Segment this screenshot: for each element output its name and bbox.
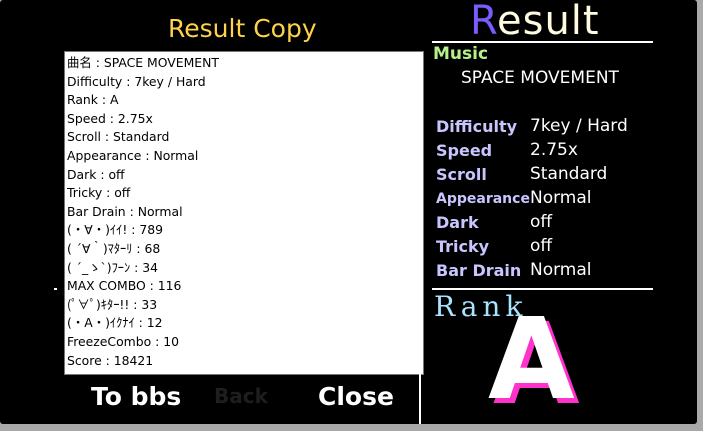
- copy-dialog-title: Result Copy: [168, 14, 317, 43]
- stat-label: Appearance: [436, 191, 530, 207]
- stat-value: off: [530, 212, 553, 232]
- stats-list: Difficulty 7key / Hard Speed 2.75x Scrol…: [436, 115, 656, 283]
- stat-label: Speed: [436, 141, 493, 160]
- stat-label: Difficulty: [436, 117, 518, 136]
- stat-value: 7key / Hard: [530, 116, 628, 136]
- copy-line: (・A・)ｲｸﾅｲ : 12: [67, 315, 163, 331]
- copy-line: Speed : 2.75x: [67, 110, 153, 126]
- stat-row-scroll: Scroll Standard: [436, 163, 656, 187]
- stat-row-dark: Dark off: [436, 211, 656, 235]
- copy-line: (ﾟ∀ﾟ)ｷﾀｰ!! : 33: [67, 296, 158, 312]
- copy-line: Score : 18421: [67, 352, 154, 368]
- copy-line: Tricky : off: [67, 185, 131, 201]
- stat-value: Normal: [530, 260, 592, 280]
- copy-line: MAX COMBO : 116: [67, 278, 182, 294]
- to-bbs-button[interactable]: To bbs: [91, 382, 181, 411]
- title-divider: [432, 41, 653, 43]
- stat-row-speed: Speed 2.75x: [436, 139, 656, 163]
- close-button[interactable]: Close: [318, 382, 394, 411]
- back-button[interactable]: Back: [214, 384, 268, 408]
- stat-value: Normal: [530, 188, 592, 208]
- result-title-rest: esult: [497, 0, 600, 44]
- left-marker: [54, 288, 57, 290]
- button-divider: [419, 373, 421, 424]
- copy-line: Difficulty : 7key / Hard: [67, 73, 206, 89]
- result-copy-textarea[interactable]: 曲名 : SPACE MOVEMENT Difficulty : 7key / …: [64, 51, 424, 375]
- result-title: Result: [470, 0, 600, 42]
- copy-line: ( ´∀｀)ﾏﾀｰﾘ : 68: [67, 240, 161, 256]
- copy-line: (・∀・)ｲｲ! : 789: [67, 222, 163, 238]
- copy-line: Rank : A: [67, 92, 119, 108]
- result-title-first-letter: R: [470, 0, 497, 44]
- stat-row-bar-drain: Bar Drain Normal: [436, 259, 656, 283]
- copy-line: Dark : off: [67, 166, 125, 182]
- music-title: SPACE MOVEMENT: [461, 68, 619, 88]
- stat-row-tricky: Tricky off: [436, 235, 656, 259]
- copy-line: Bar Drain : Normal: [67, 203, 183, 219]
- game-screen: Result Music SPACE MOVEMENT Difficulty 7…: [0, 0, 697, 424]
- copy-line: ( ´_ゝ`)ﾌｰﾝ : 34: [67, 259, 158, 275]
- stat-value: 2.75x: [530, 140, 578, 160]
- stat-value: off: [530, 236, 553, 256]
- stat-label: Bar Drain: [436, 261, 522, 280]
- copy-line: Appearance : Normal: [67, 147, 199, 163]
- copy-line: 曲名 : SPACE MOVEMENT: [67, 55, 219, 70]
- stat-row-appearance: Appearance Normal: [436, 187, 656, 211]
- stat-value: Standard: [530, 164, 608, 184]
- stat-label: Scroll: [436, 165, 487, 184]
- stat-row-difficulty: Difficulty 7key / Hard: [436, 115, 656, 139]
- stat-label: Dark: [436, 213, 479, 232]
- music-label: Music: [433, 44, 489, 64]
- copy-line: Scroll : Standard: [67, 129, 170, 145]
- rank-letter: A: [488, 295, 575, 424]
- copy-line: FreezeCombo : 10: [67, 333, 179, 349]
- stat-label: Tricky: [436, 237, 490, 256]
